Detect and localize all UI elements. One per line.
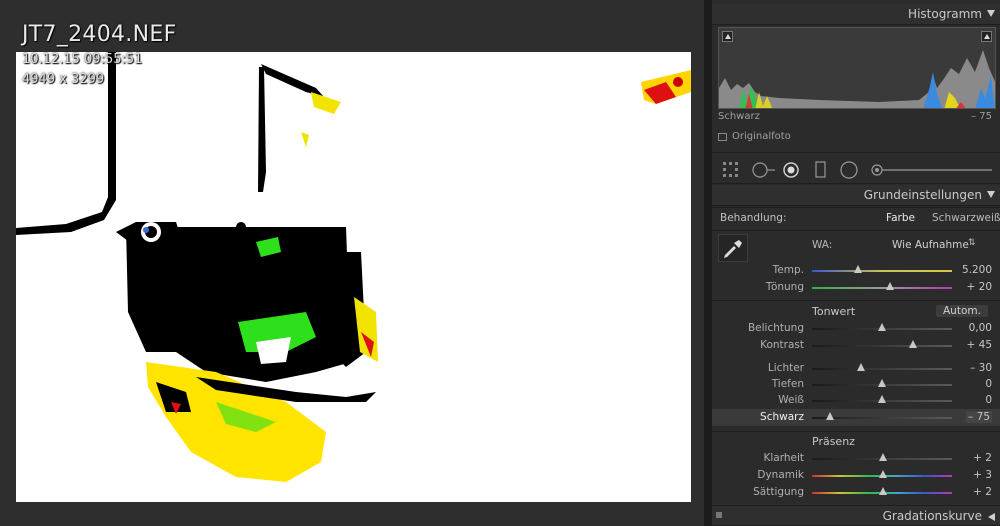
auto-tone-button[interactable]: Autom. [936, 305, 988, 317]
slider-thumb[interactable] [826, 412, 835, 420]
slider-thumb[interactable] [879, 487, 888, 495]
treatment-bw-option[interactable]: Schwarzweiß [932, 212, 1000, 224]
develop-panel: Histogramm Schwarz – 75 Originalfoto Gru… [712, 0, 1000, 526]
slider-thumb[interactable] [878, 379, 886, 387]
spot-removal-icon[interactable] [750, 161, 776, 179]
histogram-graph [719, 28, 995, 108]
histogram-display[interactable] [718, 27, 996, 109]
photo-canvas[interactable] [16, 52, 691, 502]
slider-label: Klarheit [763, 452, 804, 464]
slider-label: Lichter [767, 362, 804, 374]
slider-thumb[interactable] [908, 340, 917, 348]
slider-row[interactable]: Dynamik + 3 [712, 467, 1000, 484]
histogram-header[interactable]: Histogramm [712, 4, 1000, 25]
original-photo-checkbox[interactable] [718, 133, 727, 141]
slider-label: Kontrast [760, 339, 804, 351]
slider-label: Temp. [772, 264, 804, 276]
radial-filter-icon[interactable] [840, 161, 860, 179]
treatment-label: Behandlung: [720, 212, 787, 224]
slider-value[interactable]: + 2 [973, 486, 992, 498]
slider-row[interactable]: Weiß 0 [712, 392, 1000, 409]
slider-value[interactable]: + 3 [973, 469, 992, 481]
presence-section-label: Präsenz [812, 435, 855, 448]
tool-strip [712, 152, 1000, 184]
tone-curve-header[interactable]: Gradationskurve [712, 505, 1000, 526]
slider-thumb[interactable] [854, 265, 863, 273]
slider-value[interactable]: 0 [985, 378, 992, 390]
histogram-title: Histogramm [908, 7, 982, 21]
photo-viewer: JT7_2404.NEF 10.12.15 09:55:51 4949 x 32… [0, 0, 704, 526]
slider-value[interactable]: 5.200 [962, 264, 992, 276]
dropdown-arrows-icon: ⇅ [968, 238, 976, 248]
slider-label: Sättigung [753, 486, 804, 498]
shadow-clipping-icon[interactable] [722, 31, 733, 42]
panel-toggle-icon[interactable] [716, 512, 722, 518]
slider-track[interactable] [812, 345, 952, 347]
photo-filename: JT7_2404.NEF [22, 22, 177, 47]
treatment-color-option[interactable]: Farbe [886, 212, 915, 224]
wb-label: WA: [812, 239, 833, 251]
slider-label: Weiß [778, 394, 804, 406]
slider-row[interactable]: Lichter – 30 [712, 360, 1000, 377]
basic-title: Grundeinstellungen [863, 188, 982, 202]
slider-value[interactable]: + 20 [967, 281, 993, 293]
slider-value[interactable]: 0,00 [969, 322, 992, 334]
wb-dropdown[interactable]: Wie Aufnahme [892, 239, 969, 251]
histogram-readout-value: – 75 [971, 111, 992, 122]
white-balance-picker[interactable] [718, 234, 748, 262]
crop-grid-icon[interactable] [722, 161, 742, 179]
slider-row[interactable]: Tiefen 0 [712, 376, 1000, 393]
graduated-filter-icon[interactable] [814, 161, 828, 179]
collapse-triangle-icon [987, 10, 995, 17]
slider-thumb[interactable] [879, 470, 888, 478]
slider-row[interactable]: Belichtung 0,00 [712, 320, 1000, 337]
tone-curve-title: Gradationskurve [882, 509, 982, 523]
slider-value[interactable]: + 2 [973, 452, 992, 464]
photo-info-overlay: JT7_2404.NEF 10.12.15 09:55:51 4949 x 32… [22, 22, 177, 88]
red-eye-icon[interactable] [782, 161, 802, 179]
slider-thumb[interactable] [878, 323, 886, 331]
slider-track[interactable] [812, 270, 952, 272]
slider-label: Tönung [765, 281, 804, 293]
slider-thumb[interactable] [879, 453, 888, 461]
slider-label: Schwarz [760, 411, 804, 423]
slider-value[interactable]: 0 [985, 394, 992, 406]
photo-image [16, 52, 691, 502]
slider-row[interactable]: Schwarz – 75 [712, 409, 1000, 426]
tone-section-label: Tonwert [812, 305, 856, 318]
highlight-clipping-icon[interactable] [981, 31, 992, 42]
slider-row[interactable]: Sättigung + 2 [712, 484, 1000, 501]
panel-splitter[interactable] [704, 0, 712, 526]
slider-value[interactable]: – 75 [966, 411, 992, 423]
adjustment-brush-icon[interactable] [870, 161, 994, 179]
collapse-triangle-icon [987, 191, 995, 198]
slider-row[interactable]: Tönung + 20 [712, 279, 1000, 296]
slider-label: Tiefen [771, 378, 804, 390]
slider-label: Belichtung [747, 322, 804, 334]
histogram-readout-label: Schwarz [718, 111, 760, 122]
basic-header[interactable]: Grundeinstellungen [712, 185, 1000, 206]
original-photo-label: Originalfoto [732, 131, 791, 142]
slider-value[interactable]: + 45 [967, 339, 993, 351]
slider-track[interactable] [812, 368, 952, 370]
slider-value[interactable]: – 30 [970, 362, 992, 374]
slider-label: Dynamik [757, 469, 804, 481]
slider-thumb[interactable] [857, 363, 865, 371]
slider-row[interactable]: Temp. 5.200 [712, 262, 1000, 279]
eyedropper-icon [724, 240, 742, 258]
slider-row[interactable]: Kontrast + 45 [712, 337, 1000, 354]
photo-datetime: 10.12.15 09:55:51 [22, 52, 143, 67]
slider-row[interactable]: Klarheit + 2 [712, 450, 1000, 467]
slider-thumb[interactable] [878, 395, 886, 403]
expand-triangle-icon [988, 513, 995, 521]
slider-thumb[interactable] [886, 282, 895, 290]
photo-dimensions: 4949 x 3299 [22, 72, 105, 87]
slider-track[interactable] [812, 287, 952, 289]
